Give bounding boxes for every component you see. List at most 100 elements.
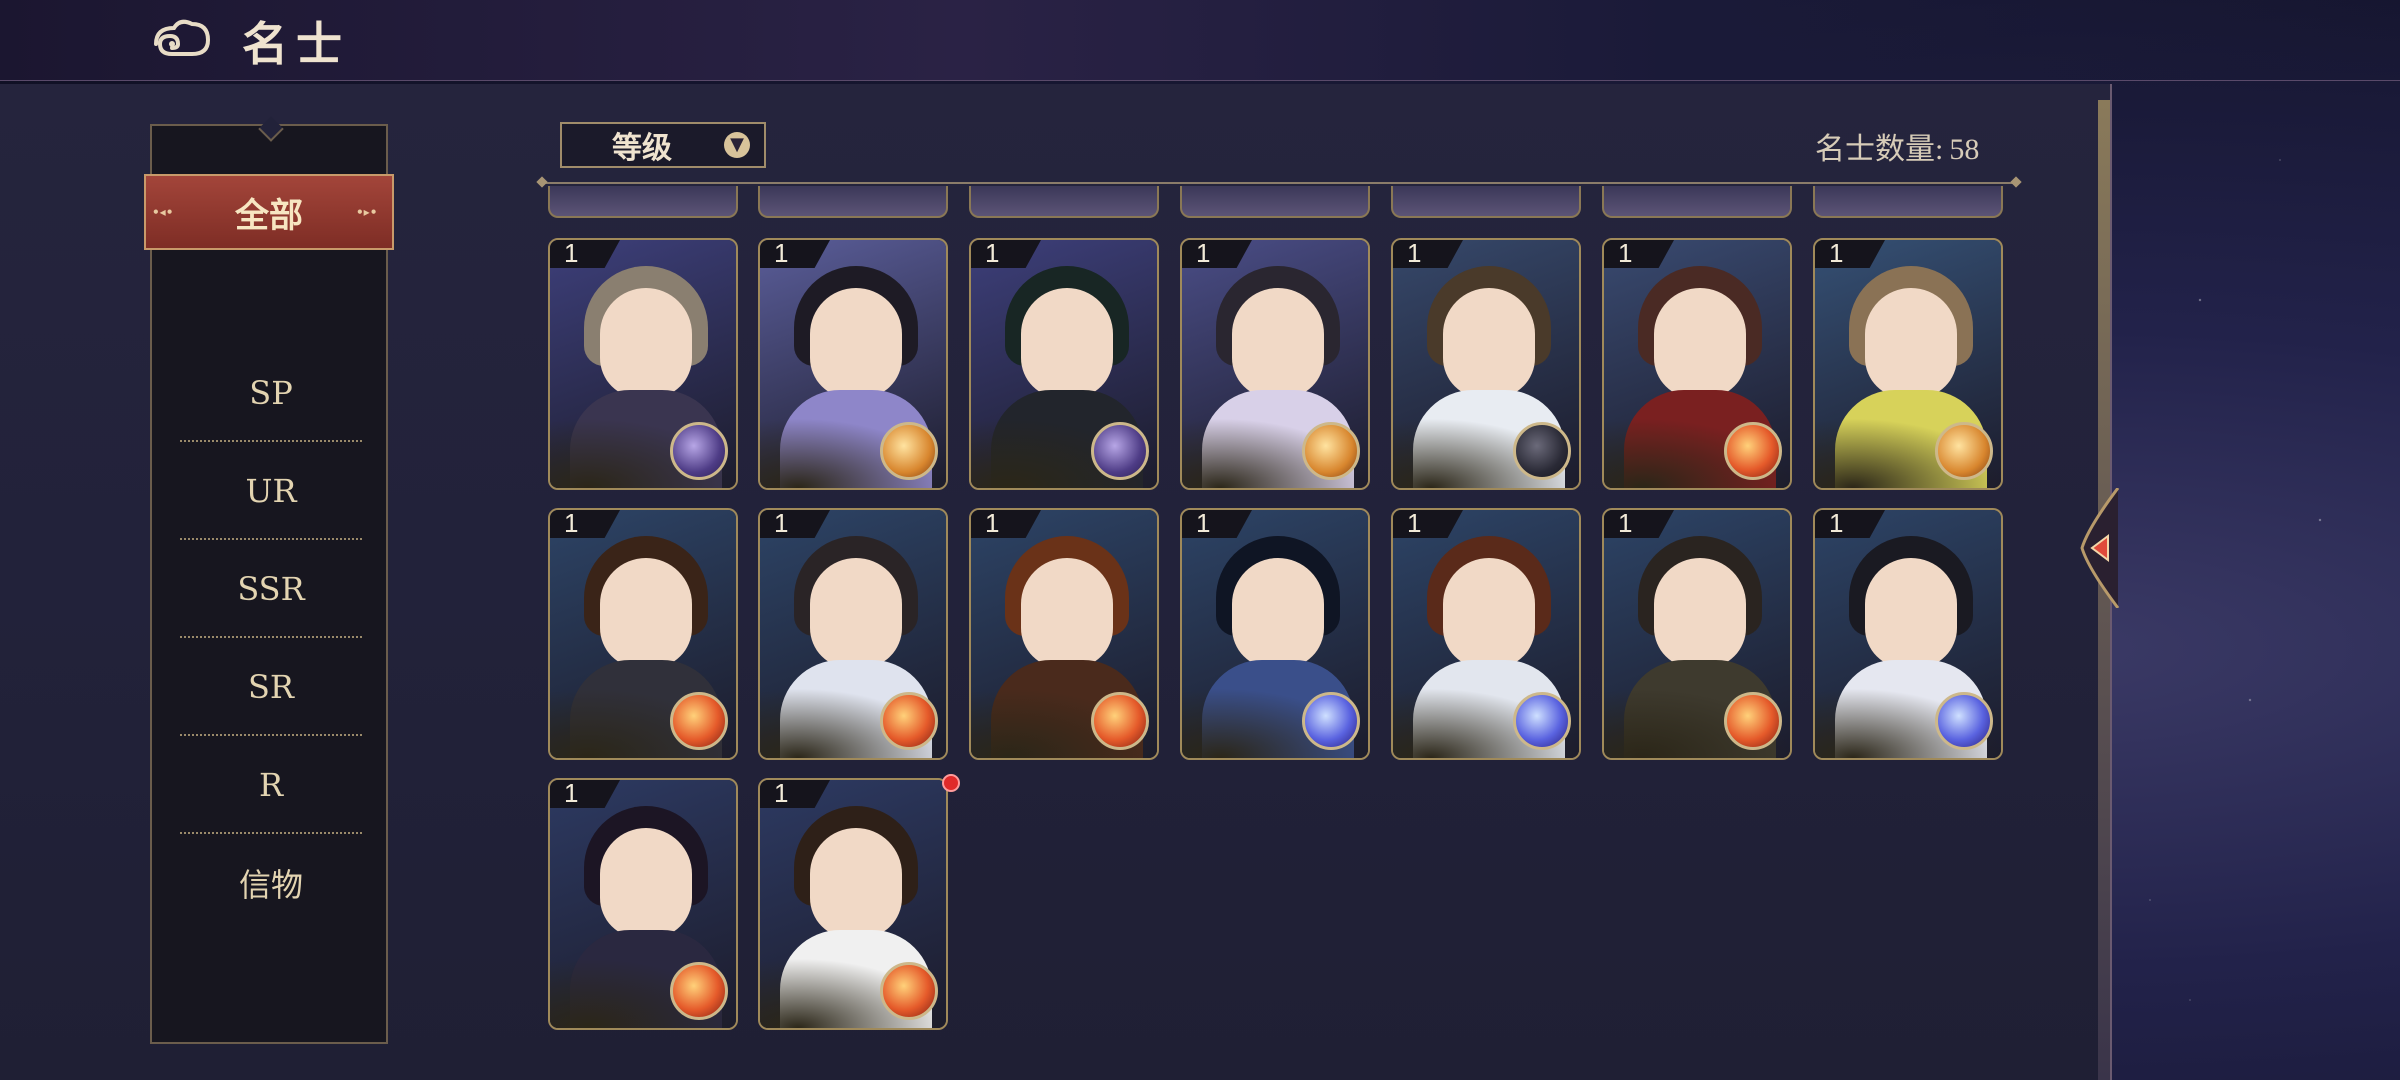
element-orb-icon — [880, 692, 938, 750]
hero-card[interactable]: 1 — [1813, 508, 2003, 760]
hero-card[interactable]: 1 — [969, 238, 1159, 490]
card-peek — [1813, 186, 2003, 218]
ornament-left-icon: •◂• — [152, 205, 174, 219]
portrait-face — [1232, 288, 1324, 398]
element-orb-icon — [880, 422, 938, 480]
sort-label: 等级 — [612, 131, 672, 166]
element-orb-icon — [670, 692, 728, 750]
hero-card[interactable]: 1 — [758, 238, 948, 490]
hero-count-label: 名士数量: — [1815, 133, 1944, 166]
card-level: 1 — [774, 238, 789, 268]
hero-card[interactable]: 1 — [1813, 238, 2003, 490]
card-level: 1 — [1407, 508, 1422, 538]
card-peek — [1391, 186, 1581, 218]
sort-dropdown[interactable]: 等级 ▼ — [560, 122, 766, 168]
card-level: 1 — [1618, 238, 1633, 268]
portrait-face — [810, 828, 902, 938]
page-title: 名士 — [242, 17, 350, 71]
portrait-face — [1865, 288, 1957, 398]
portrait-face — [1654, 558, 1746, 668]
card-level: 1 — [564, 778, 579, 808]
hero-card[interactable]: 1 — [548, 238, 738, 490]
card-level: 1 — [564, 238, 579, 268]
portrait-face — [1654, 288, 1746, 398]
cloud-back-icon[interactable] — [150, 14, 214, 66]
hero-card[interactable]: 1 — [1391, 508, 1581, 760]
filter-label: SSR — [237, 570, 305, 608]
card-peek — [1602, 186, 1792, 218]
filter-label: SP — [249, 374, 293, 412]
card-peek — [758, 186, 948, 218]
top-bar: 名士 — [0, 0, 2400, 81]
collapse-arrow-icon[interactable] — [2078, 488, 2120, 608]
filter-sp[interactable]: SP — [152, 344, 390, 442]
hero-count-value: 58 — [1949, 133, 1980, 166]
element-orb-icon — [1302, 692, 1360, 750]
filter-ssr[interactable]: SSR — [152, 540, 390, 638]
element-orb-icon — [1091, 422, 1149, 480]
hero-card[interactable]: 1 — [969, 508, 1159, 760]
hero-card[interactable]: 1 — [1180, 238, 1370, 490]
portrait-face — [1443, 288, 1535, 398]
hero-card[interactable]: 1 — [548, 508, 738, 760]
card-level: 1 — [985, 238, 1000, 268]
portrait-face — [1232, 558, 1324, 668]
element-orb-icon — [1935, 422, 1993, 480]
notification-dot — [942, 774, 960, 792]
card-level: 1 — [774, 778, 789, 808]
hero-card[interactable]: 1 — [1602, 238, 1792, 490]
element-orb-icon — [1513, 692, 1571, 750]
element-orb-icon — [880, 962, 938, 1020]
portrait-face — [1021, 558, 1113, 668]
card-level: 1 — [1829, 508, 1844, 538]
element-orb-icon — [1302, 422, 1360, 480]
filter-label: UR — [245, 472, 297, 510]
element-orb-icon — [1724, 692, 1782, 750]
ornament-right-icon: •▸• — [356, 205, 378, 219]
portrait-face — [810, 558, 902, 668]
portrait-face — [810, 288, 902, 398]
card-level: 1 — [564, 508, 579, 538]
element-orb-icon — [1724, 422, 1782, 480]
category-sidebar: SP UR SSR SR R 信物 — [150, 124, 388, 1044]
card-peek — [1180, 186, 1370, 218]
portrait-face — [600, 288, 692, 398]
portrait-face — [600, 828, 692, 938]
card-level: 1 — [1196, 508, 1211, 538]
element-orb-icon — [670, 962, 728, 1020]
hero-card[interactable]: 1 — [548, 778, 738, 1030]
filter-token[interactable]: 信物 — [152, 834, 390, 932]
card-level: 1 — [1407, 238, 1422, 268]
filter-all[interactable]: •◂• 全部 •▸• — [144, 174, 394, 250]
element-orb-icon — [1513, 422, 1571, 480]
card-peek — [969, 186, 1159, 218]
filter-label: 信物 — [238, 866, 303, 904]
card-level: 1 — [1196, 238, 1211, 268]
card-level: 1 — [1829, 238, 1844, 268]
filter-ur[interactable]: UR — [152, 442, 390, 540]
element-orb-icon — [670, 422, 728, 480]
portrait-face — [1865, 558, 1957, 668]
filter-r[interactable]: R — [152, 736, 390, 834]
portrait-face — [600, 558, 692, 668]
filter-label: SR — [247, 668, 294, 706]
chevron-down-icon: ▼ — [724, 132, 750, 158]
portrait-face — [1443, 558, 1535, 668]
card-level: 1 — [1618, 508, 1633, 538]
hero-card[interactable]: 1 — [1180, 508, 1370, 760]
hero-card[interactable]: 1 — [1602, 508, 1792, 760]
header-divider — [544, 182, 2014, 184]
card-level: 1 — [985, 508, 1000, 538]
hero-card[interactable]: 1 — [1391, 238, 1581, 490]
card-peek — [548, 186, 738, 218]
element-orb-icon — [1935, 692, 1993, 750]
element-orb-icon — [1091, 692, 1149, 750]
filter-sr[interactable]: SR — [152, 638, 390, 736]
portrait-face — [1021, 288, 1113, 398]
hero-count: 名士数量: 58 — [1815, 124, 1979, 168]
hero-card[interactable]: 1 — [758, 508, 948, 760]
filter-label: 全部 — [235, 195, 303, 236]
card-level: 1 — [774, 508, 789, 538]
filter-label: R — [258, 766, 284, 804]
hero-card[interactable]: 1 — [758, 778, 948, 1030]
